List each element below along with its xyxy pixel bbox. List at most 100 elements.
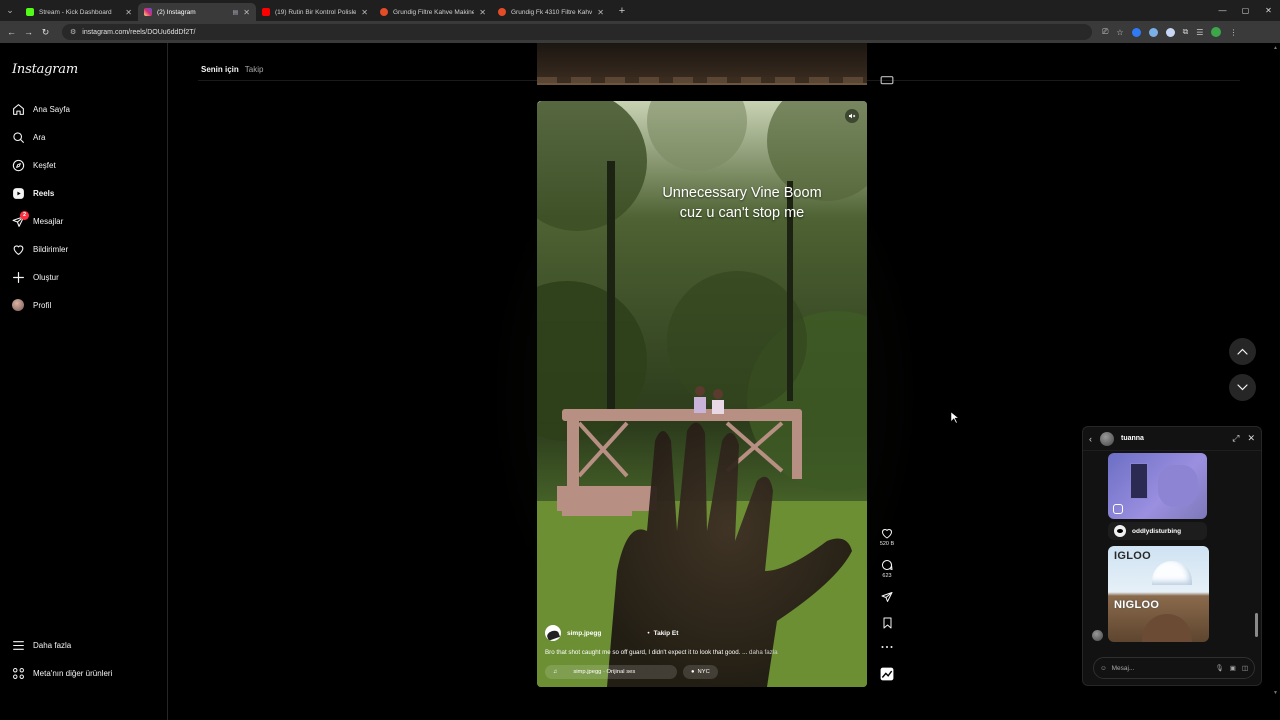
extension-icon[interactable] (1165, 27, 1175, 37)
sidebar-item-create[interactable]: Oluştur (12, 269, 59, 285)
follow-button[interactable]: Takip Et (654, 630, 679, 637)
site-info-icon[interactable]: ⚙ (70, 28, 76, 36)
expand-chat-icon[interactable]: ⤢ (1232, 433, 1239, 444)
shared-post-image[interactable]: IGLOO NIGLOO (1108, 546, 1209, 642)
next-reel-button[interactable] (1229, 374, 1256, 401)
tab-search-button[interactable]: ⌄ (0, 0, 20, 21)
close-tab-icon[interactable]: ✕ (479, 8, 486, 17)
extension-icon[interactable] (1131, 27, 1141, 37)
message-count-badge: 2 (20, 210, 29, 220)
overlay-line: Unnecessary Vine Boom (662, 185, 822, 201)
share-action[interactable] (881, 591, 893, 603)
media-shape (1130, 463, 1148, 499)
scrollbar-thumb[interactable] (1255, 613, 1258, 637)
more-options-button[interactable] (881, 645, 893, 649)
close-tab-icon[interactable]: ✕ (125, 8, 132, 17)
close-tab-icon[interactable]: ✕ (243, 8, 250, 17)
close-window-button[interactable]: ✕ (1257, 6, 1280, 15)
sidebar-item-label: Profil (33, 300, 52, 310)
scroll-up-arrow-icon[interactable]: ▲ (1273, 45, 1278, 51)
mute-toggle-button[interactable] (845, 109, 859, 123)
browser-tab[interactable]: Grundig Fk 4310 Filtre Kahve M ✕ (492, 3, 610, 21)
chevron-down-icon (1237, 384, 1248, 391)
sidebar-item-more[interactable]: Daha fazla (12, 637, 71, 653)
browser-menu-icon[interactable]: ⋮ (1229, 28, 1237, 37)
cast-icon[interactable]: ⎚ (1102, 27, 1108, 37)
reel-info: simp.jpegg • Takip Et Bro that shot caug… (545, 625, 859, 679)
forward-button[interactable]: → (20, 27, 37, 37)
browser-tab[interactable]: Stream - Kick Dashboard ✕ (20, 3, 138, 21)
kick-favicon-icon (26, 8, 34, 16)
reel-description: Bro that shot caught me so off guard, I … (545, 649, 859, 656)
extension-icon[interactable] (1148, 27, 1158, 37)
sidebar-item-messages[interactable]: 2 Mesajlar (12, 210, 63, 229)
browser-tab-active[interactable]: (2) Instagram ▤ ✕ (138, 3, 256, 21)
minimize-button[interactable]: — (1211, 6, 1234, 15)
close-tab-icon[interactable]: ✕ (361, 8, 368, 17)
microphone-icon[interactable]: 🎙 (1215, 664, 1223, 672)
sidebar-item-label: Meta'nın diğer ürünleri (33, 668, 113, 678)
image-text-bottom: NIGLOO (1114, 599, 1160, 611)
chat-username[interactable]: tuanna (1121, 435, 1224, 442)
comment-action[interactable]: 623 (881, 559, 893, 579)
new-tab-button[interactable]: + (614, 5, 630, 17)
scroll-down-arrow-icon[interactable]: ▼ (1273, 690, 1278, 696)
browser-tab-bar: ⌄ Stream - Kick Dashboard ✕ (2) Instagra… (0, 0, 1280, 21)
tab-following[interactable]: Takip (245, 65, 264, 74)
sidebar-item-search[interactable]: Ara (12, 129, 45, 145)
profile-avatar[interactable] (1211, 27, 1222, 37)
toolbar-icons: ⎚ ☆ ⧉ ☰ ⋮ (1102, 27, 1237, 37)
emoji-icon[interactable]: ☺ (1100, 665, 1107, 672)
sidebar-item-reels[interactable]: Reels (12, 185, 54, 201)
message-placeholder: Mesaj... (1111, 664, 1135, 672)
close-tab-icon[interactable]: ✕ (597, 8, 604, 17)
instagram-logo[interactable]: Instagram (12, 62, 78, 77)
image-text-top: IGLOO (1114, 550, 1151, 562)
browser-tab[interactable]: Grundig Filtre Kahve Makinesi ✕ (374, 3, 492, 21)
messenger-icon: 2 (12, 210, 29, 228)
sidebar-item-notifications[interactable]: Bildirimler (12, 241, 68, 257)
reel-video[interactable]: Unnecessary Vine Boom cuz u can't stop m… (537, 101, 867, 687)
heart-icon (12, 243, 25, 256)
heart-icon (882, 529, 892, 539)
browser-tab[interactable]: (19) Rutin Bir Kontrol Polisleri ✕ (256, 3, 374, 21)
previous-reel-button[interactable] (1229, 338, 1256, 365)
author-row: simp.jpegg • Takip Et (545, 625, 859, 641)
tab-for-you[interactable]: Senin için (201, 65, 239, 74)
page-scrollbar[interactable]: ▲ ▼ (1272, 43, 1280, 720)
sidebar-item-meta[interactable]: Meta'nın diğer ürünleri (12, 665, 112, 681)
like-action[interactable]: 520 B (880, 528, 894, 547)
chat-avatar[interactable] (1100, 431, 1114, 446)
image-upload-icon[interactable]: ▣ (1230, 664, 1236, 672)
sidebar-item-explore[interactable]: Keşfet (12, 157, 56, 173)
maximize-button[interactable]: ▢ (1234, 6, 1257, 15)
reading-list-icon[interactable]: ☰ (1196, 28, 1203, 37)
sidebar-item-label: Reels (33, 188, 55, 198)
bookmark-star-icon[interactable]: ☆ (1116, 28, 1123, 37)
chat-scrollbar[interactable] (1255, 461, 1258, 665)
video-text-overlay: Unnecessary Vine Boom cuz u can't stop m… (657, 183, 827, 223)
audio-pill[interactable]: ♫ simp.jpegg · Orijinal ses (545, 665, 677, 679)
chat-back-button[interactable]: ‹ (1089, 434, 1092, 444)
sticker-icon[interactable]: ◫ (1242, 664, 1248, 672)
tab-title: Stream - Kick Dashboard (39, 8, 112, 16)
sidebar-item-label: Oluştur (33, 272, 59, 282)
site-favicon-icon (498, 8, 506, 16)
shared-post-account[interactable]: oddlydisturbing (1108, 522, 1207, 540)
tab-title: (2) Instagram (157, 8, 196, 16)
save-action[interactable] (882, 617, 893, 629)
author-avatar[interactable] (545, 625, 561, 641)
audio-thumbnail[interactable] (880, 667, 894, 681)
more-link[interactable]: daha fazla (749, 649, 778, 656)
reload-button[interactable]: ↻ (37, 27, 54, 38)
shared-reel-thumbnail[interactable] (1108, 453, 1207, 519)
sidebar-item-home[interactable]: Ana Sayfa (12, 101, 70, 117)
extensions-puzzle-icon[interactable]: ⧉ (1183, 27, 1189, 37)
author-name[interactable]: simp.jpegg (567, 630, 601, 637)
message-input[interactable]: ☺ Mesaj... 🎙 ▣ ◫ (1093, 657, 1255, 679)
location-pill[interactable]: ● NYC (683, 665, 718, 679)
close-chat-icon[interactable]: ✕ (1247, 433, 1255, 444)
sidebar-item-profile[interactable]: Profil (12, 297, 51, 313)
url-field[interactable]: ⚙ instagram.com/reels/DOUu6ddDf2T/ (62, 24, 1092, 40)
back-button[interactable]: ← (3, 27, 20, 37)
